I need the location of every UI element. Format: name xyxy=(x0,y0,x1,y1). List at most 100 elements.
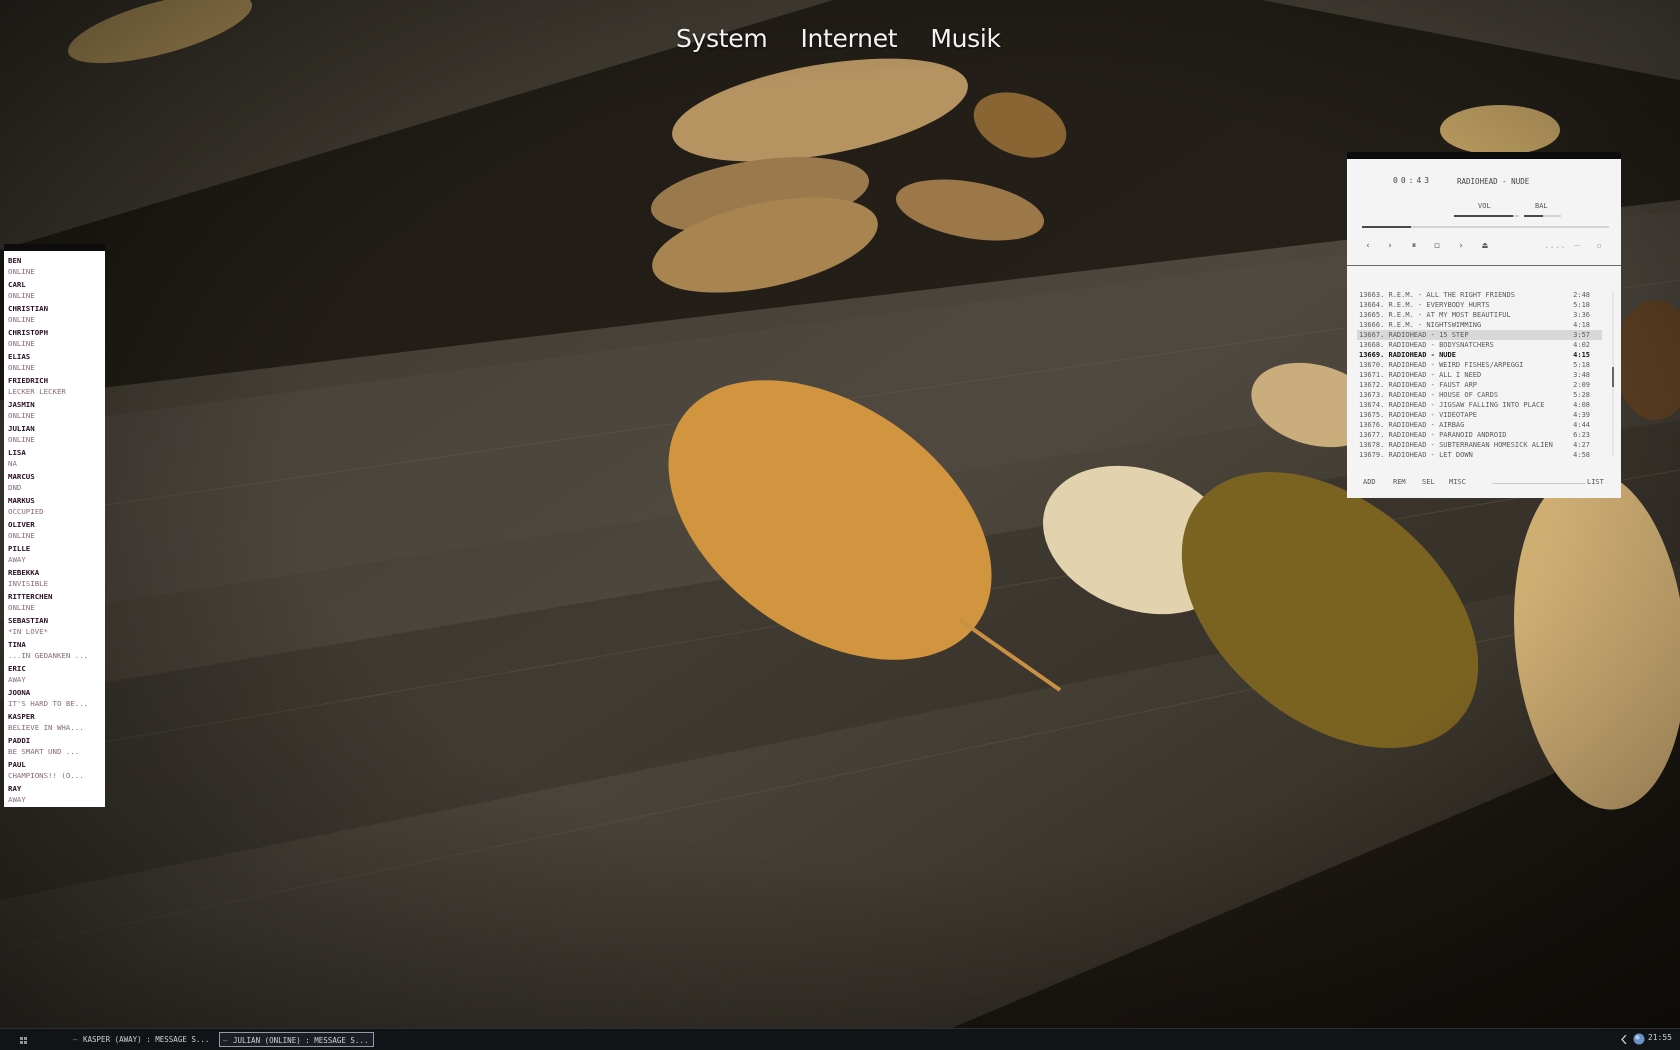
eject-button[interactable]: ⏏ xyxy=(1479,240,1491,252)
previous-button[interactable]: ‹ xyxy=(1362,240,1374,252)
stop-button[interactable]: ◻ xyxy=(1431,240,1443,252)
menu-system[interactable]: System xyxy=(676,24,768,53)
playlist-track[interactable]: 13665. R.E.M. - At My Most Beautiful 3:36 xyxy=(1357,310,1602,320)
network-globe-icon[interactable] xyxy=(1633,1033,1645,1045)
clock: 21:55 xyxy=(1647,1033,1672,1042)
playlist-track[interactable]: 13677. Radiohead - Paranoid Android 6:23 xyxy=(1357,430,1602,440)
buddy-name: Joona xyxy=(8,688,31,697)
music-player: 00:43 Radiohead - Nude VOL BAL ‹ › ⏸ ◻ ›… xyxy=(1347,152,1621,498)
taskbar-task-julian[interactable]: — Julian (Online) : Message S... xyxy=(219,1032,374,1047)
misc-button[interactable]: MISC xyxy=(1449,478,1466,486)
buddy-item[interactable]: Rebekka Invisible xyxy=(8,567,105,591)
buddy-item[interactable]: Ritterchen Online xyxy=(8,591,105,615)
buddy-name: Lisa xyxy=(8,448,26,457)
menu-musik[interactable]: Musik xyxy=(930,24,1001,53)
buddy-item[interactable]: Christian Online xyxy=(8,303,105,327)
track-title: 13677. Radiohead - Paranoid Android xyxy=(1359,431,1507,439)
playlist-track[interactable]: 13667. Radiohead - 15 Step 3:57 xyxy=(1357,330,1602,340)
buddy-status: Online xyxy=(8,603,35,612)
buddy-item[interactable]: Friedrich Lecker Lecker xyxy=(8,375,105,399)
track-duration: 4:58 xyxy=(1573,451,1590,459)
buddy-status: It's hard to be... xyxy=(8,699,89,708)
transport-controls: ‹ › ⏸ ◻ › ⏏ .... — ▫ xyxy=(1362,240,1607,252)
buddy-name: Kasper xyxy=(8,712,35,721)
track-duration: 4:44 xyxy=(1573,421,1590,429)
playlist-track[interactable]: 13670. Radiohead - Weird Fishes/Arpeggi 5… xyxy=(1357,360,1602,370)
playlist-scrollbar[interactable] xyxy=(1612,291,1614,457)
playlist-track[interactable]: 13673. Radiohead - House of Cards 5:28 xyxy=(1357,390,1602,400)
dash-button[interactable]: — xyxy=(1571,240,1583,252)
dots-button[interactable]: .... xyxy=(1544,240,1566,252)
chevron-left-icon[interactable] xyxy=(1621,1035,1627,1044)
buddy-item[interactable]: Lisa NA xyxy=(8,447,105,471)
buddy-name: Paul xyxy=(8,760,26,769)
buddy-status: *in Love* xyxy=(8,627,49,636)
playlist-buttons: ADD REM SEL MISC LIST xyxy=(1363,478,1605,488)
menu-internet[interactable]: Internet xyxy=(800,24,897,53)
playlist-track[interactable]: 13672. Radiohead - Faust Arp 2:09 xyxy=(1357,380,1602,390)
volume-slider[interactable] xyxy=(1454,215,1519,217)
buddy-item[interactable]: Carl Online xyxy=(8,279,105,303)
select-button[interactable]: SEL xyxy=(1422,478,1435,486)
playlist-track[interactable]: 13675. Radiohead - Videotape 4:39 xyxy=(1357,410,1602,420)
buddy-item[interactable]: Christoph Online xyxy=(8,327,105,351)
window-icon: — xyxy=(223,1036,228,1045)
buddy-item[interactable]: Elias Online xyxy=(8,351,105,375)
buddy-status: Online xyxy=(8,291,35,300)
buddy-item[interactable]: Eric Away xyxy=(8,663,105,687)
buddy-item[interactable]: Ben Online xyxy=(8,255,105,279)
buddy-item[interactable]: Julian Online xyxy=(8,423,105,447)
playlist-track[interactable]: 13664. R.E.M. - Everybody Hurts 5:18 xyxy=(1357,300,1602,310)
playlist-track[interactable]: 13668. Radiohead - Bodysnatchers 4:02 xyxy=(1357,340,1602,350)
list-button[interactable]: LIST xyxy=(1587,478,1604,486)
playlist-track[interactable]: 13679. Radiohead - Let Down 4:58 xyxy=(1357,450,1602,460)
buddy-item[interactable]: Kasper Believe in wha... xyxy=(8,711,105,735)
buddy-item[interactable]: Markus Occupied xyxy=(8,495,105,519)
playlist-track[interactable]: 13671. Radiohead - All I Need 3:48 xyxy=(1357,370,1602,380)
playlist-divider xyxy=(1492,483,1585,484)
seek-bar-fill xyxy=(1362,226,1412,228)
buddy-status: Online xyxy=(8,531,35,540)
taskbar: — Kasper (Away) : Message S... — Julian … xyxy=(0,1028,1680,1050)
pause-button[interactable]: ⏸ xyxy=(1408,240,1420,252)
seek-bar[interactable] xyxy=(1362,226,1609,228)
buddy-item[interactable]: Oliver Online xyxy=(8,519,105,543)
window-icon: — xyxy=(73,1035,78,1044)
buddy-status: Online xyxy=(8,315,35,324)
balance-slider[interactable] xyxy=(1524,215,1561,217)
buddy-name: Eric xyxy=(8,664,26,673)
taskbar-task-kasper[interactable]: — Kasper (Away) : Message S... xyxy=(70,1032,214,1047)
buddy-status: ...in Gedanken ... xyxy=(8,651,89,660)
buddy-item[interactable]: Pille Away xyxy=(8,543,105,567)
buddy-item[interactable]: Sebastian *in Love* xyxy=(8,615,105,639)
remove-button[interactable]: REM xyxy=(1393,478,1406,486)
buddy-name: Jasmin xyxy=(8,400,35,409)
playlist-track[interactable]: 13669. Radiohead - Nude 4:15 xyxy=(1357,350,1602,360)
track-title: 13676. Radiohead - Airbag xyxy=(1359,421,1465,429)
track-duration: 2:48 xyxy=(1573,291,1590,299)
playlist-scroll-thumb[interactable] xyxy=(1612,367,1614,387)
buddy-item[interactable]: Paddi be smart und ... xyxy=(8,735,105,759)
add-button[interactable]: ADD xyxy=(1363,478,1376,486)
buddy-item[interactable]: Paul Champions!! (o... xyxy=(8,759,105,783)
playlist-track[interactable]: 13666. R.E.M. - Nightswimming 4:18 xyxy=(1357,320,1602,330)
playlist-track[interactable]: 13674. Radiohead - Jigsaw Falling Into P… xyxy=(1357,400,1602,410)
playlist: 13663. R.E.M. - All the Right Friends 2:4… xyxy=(1357,290,1602,460)
track-duration: 4:27 xyxy=(1573,441,1590,449)
playlist-track[interactable]: 13678. Radiohead - Subterranean Homesick… xyxy=(1357,440,1602,450)
buddy-item[interactable]: Jasmin Online xyxy=(8,399,105,423)
buddy-item[interactable]: Joona It's hard to be... xyxy=(8,687,105,711)
playlist-track[interactable]: 13663. R.E.M. - All the Right Friends 2:4… xyxy=(1357,290,1602,300)
track-title: 13668. Radiohead - Bodysnatchers xyxy=(1359,341,1494,349)
buddy-name: Tina xyxy=(8,640,26,649)
buddy-status: Invisible xyxy=(8,579,49,588)
play-button[interactable]: › xyxy=(1384,240,1396,252)
buddy-item[interactable]: Marcus DND xyxy=(8,471,105,495)
playlist-track[interactable]: 13676. Radiohead - Airbag 4:44 xyxy=(1357,420,1602,430)
buddy-item[interactable]: Ray Away xyxy=(8,783,105,807)
buddy-item[interactable]: Tina ...in Gedanken ... xyxy=(8,639,105,663)
buddy-status: Away xyxy=(8,555,26,564)
menu-grid-icon[interactable] xyxy=(20,1037,27,1044)
square-button[interactable]: ▫ xyxy=(1593,240,1605,252)
next-button[interactable]: › xyxy=(1455,240,1467,252)
